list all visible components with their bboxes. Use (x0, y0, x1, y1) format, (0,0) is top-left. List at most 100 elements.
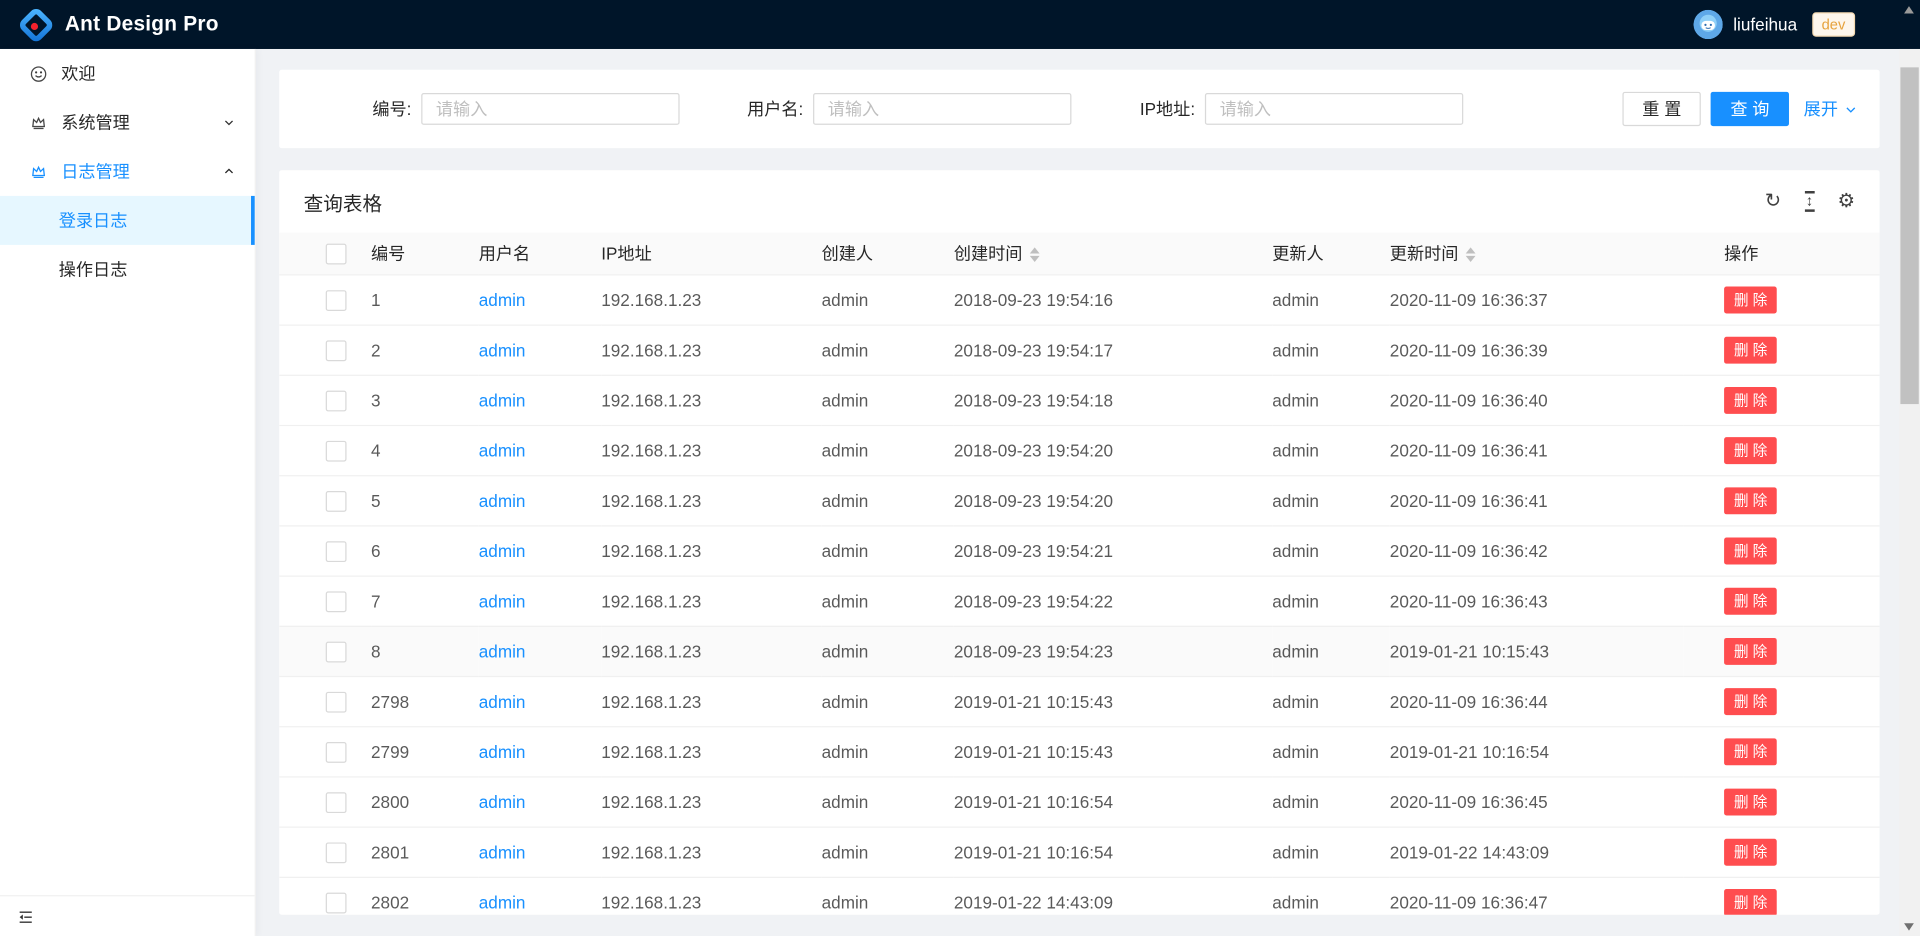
cell-created-at: 2019-01-21 10:15:43 (954, 727, 1272, 777)
cell-id: 4 (371, 426, 479, 476)
row-checkbox[interactable] (326, 842, 347, 863)
username-link[interactable]: admin (479, 491, 526, 511)
delete-button[interactable]: 删 除 (1724, 839, 1777, 866)
cell-created-at: 2019-01-21 10:15:43 (954, 677, 1272, 727)
row-checkbox[interactable] (326, 390, 347, 411)
table-row: 7 admin 192.168.1.23 admin 2018-09-23 19… (279, 576, 1879, 626)
select-all-checkbox[interactable] (326, 244, 347, 265)
username-link[interactable]: admin (479, 340, 526, 360)
cell-ip: 192.168.1.23 (601, 375, 821, 425)
row-checkbox[interactable] (326, 692, 347, 713)
row-checkbox[interactable] (326, 441, 347, 462)
username-text[interactable]: liufeihua (1733, 15, 1797, 35)
cell-created-at: 2018-09-23 19:54:20 (954, 476, 1272, 526)
row-checkbox[interactable] (326, 290, 347, 311)
row-checkbox[interactable] (326, 541, 347, 562)
col-header-updated-at[interactable]: 更新时间 (1390, 233, 1684, 275)
menu-fold-icon[interactable] (17, 908, 34, 925)
sorter-icon[interactable] (1466, 248, 1476, 263)
sidebar-item-system-mgmt[interactable]: 系统管理 (0, 98, 255, 147)
sorter-icon[interactable] (1030, 248, 1040, 263)
delete-button[interactable]: 删 除 (1724, 588, 1777, 615)
cell-creator: admin (822, 877, 954, 914)
username-link[interactable]: admin (479, 792, 526, 812)
reload-icon[interactable]: ↻ (1765, 192, 1781, 212)
delete-button[interactable]: 删 除 (1724, 688, 1777, 715)
username-link[interactable]: admin (479, 290, 526, 310)
expand-link[interactable]: 展开 (1804, 97, 1858, 121)
table-row: 1 admin 192.168.1.23 admin 2018-09-23 19… (279, 275, 1879, 325)
sidebar-item-welcome[interactable]: 欢迎 (0, 49, 255, 98)
cell-username: admin (479, 275, 601, 325)
scrollbar-down-arrow-icon[interactable] (1904, 923, 1914, 930)
cell-id: 5 (371, 476, 479, 526)
reset-button[interactable]: 重 置 (1623, 92, 1701, 126)
delete-button[interactable]: 删 除 (1724, 337, 1777, 364)
sidebar-item-log-mgmt[interactable]: 日志管理 (0, 147, 255, 196)
cell-ip: 192.168.1.23 (601, 626, 821, 676)
username-link[interactable]: admin (479, 642, 526, 662)
username-link[interactable]: admin (479, 742, 526, 762)
id-input[interactable] (421, 93, 679, 125)
cell-updated-at: 2020-11-09 16:36:39 (1390, 325, 1684, 375)
col-header-updater: 更新人 (1272, 233, 1390, 275)
username-link[interactable]: admin (479, 893, 526, 913)
delete-button[interactable]: 删 除 (1724, 638, 1777, 665)
cell-ip: 192.168.1.23 (601, 677, 821, 727)
cell-id: 2800 (371, 777, 479, 827)
settings-icon[interactable]: ⚙ (1838, 192, 1856, 212)
delete-button[interactable]: 删 除 (1724, 387, 1777, 414)
row-checkbox[interactable] (326, 491, 347, 512)
cell-updater: admin (1272, 325, 1390, 375)
username-link[interactable]: admin (479, 842, 526, 862)
cell-updater: admin (1272, 727, 1390, 777)
username-link[interactable]: admin (479, 391, 526, 411)
username-link[interactable]: admin (479, 591, 526, 611)
search-form: 编号: 用户名: IP地址: 重 置 查 询 展开 (279, 70, 1879, 148)
sidebar-item-label: 操作日志 (59, 257, 128, 281)
sidebar-item-label: 欢迎 (61, 61, 95, 85)
row-checkbox[interactable] (326, 641, 347, 662)
row-checkbox[interactable] (326, 792, 347, 813)
username-input[interactable] (813, 93, 1071, 125)
row-checkbox[interactable] (326, 591, 347, 612)
cell-creator: admin (822, 727, 954, 777)
cell-created-at: 2019-01-21 10:16:54 (954, 827, 1272, 877)
delete-button[interactable]: 删 除 (1724, 287, 1777, 314)
page-scrollbar[interactable] (1899, 0, 1920, 936)
user-avatar[interactable] (1694, 10, 1723, 39)
username-link[interactable]: admin (479, 441, 526, 461)
sidebar-item-login-log[interactable]: 登录日志 (0, 196, 255, 245)
row-checkbox[interactable] (326, 340, 347, 361)
cell-username: admin (479, 827, 601, 877)
cell-id: 2801 (371, 827, 479, 877)
cell-updater: admin (1272, 576, 1390, 626)
delete-button[interactable]: 删 除 (1724, 538, 1777, 565)
column-height-icon[interactable]: ↕ (1804, 191, 1814, 211)
scrollbar-up-arrow-icon[interactable] (1904, 6, 1914, 13)
query-button[interactable]: 查 询 (1711, 92, 1789, 126)
row-checkbox[interactable] (326, 893, 347, 914)
delete-button[interactable]: 删 除 (1724, 889, 1777, 915)
cell-username: admin (479, 576, 601, 626)
cell-updater: admin (1272, 476, 1390, 526)
username-link[interactable]: admin (479, 541, 526, 561)
ip-input[interactable] (1205, 93, 1463, 125)
delete-button[interactable]: 删 除 (1724, 789, 1777, 816)
delete-button[interactable]: 删 除 (1724, 487, 1777, 514)
table-row: 6 admin 192.168.1.23 admin 2018-09-23 19… (279, 526, 1879, 576)
app-title: Ant Design Pro (65, 12, 219, 36)
username-link[interactable]: admin (479, 692, 526, 712)
table-title: 查询表格 (304, 187, 382, 216)
row-checkbox[interactable] (326, 742, 347, 763)
cell-updater: admin (1272, 777, 1390, 827)
ant-design-logo-icon[interactable] (20, 8, 53, 41)
col-header-created-at[interactable]: 创建时间 (954, 233, 1272, 275)
cell-creator: admin (822, 325, 954, 375)
cell-created-at: 2018-09-23 19:54:22 (954, 576, 1272, 626)
sidebar-item-operation-log[interactable]: 操作日志 (0, 245, 255, 294)
scrollbar-thumb[interactable] (1900, 67, 1918, 404)
cell-ip: 192.168.1.23 (601, 426, 821, 476)
delete-button[interactable]: 删 除 (1724, 437, 1777, 464)
delete-button[interactable]: 删 除 (1724, 738, 1777, 765)
